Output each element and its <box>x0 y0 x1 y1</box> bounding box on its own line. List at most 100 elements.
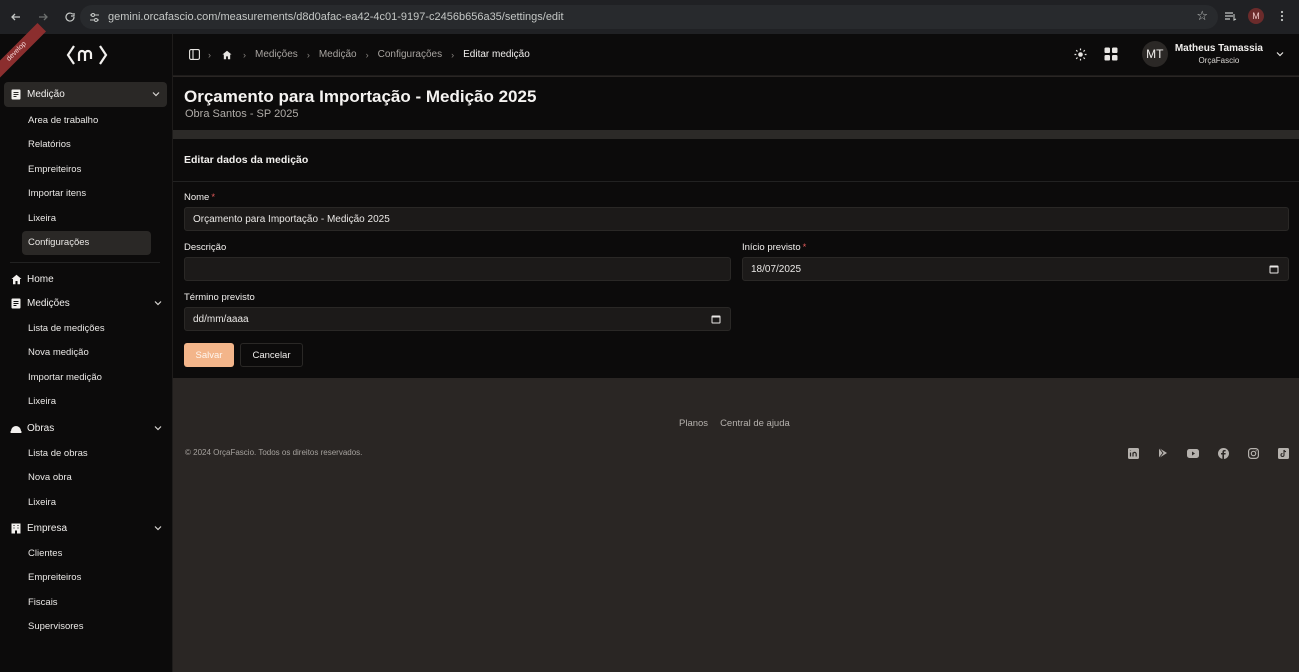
home-icon[interactable] <box>220 48 234 62</box>
descricao-input[interactable] <box>184 257 731 281</box>
bookmark-star-icon[interactable]: ☆ <box>1196 8 1208 24</box>
apps-grid-icon[interactable] <box>1104 47 1118 61</box>
menu-group-empresa: Empresa Clientes Empreiteiros Fiscais Su… <box>0 516 173 639</box>
sidebar-item-configuracoes[interactable]: Configurações <box>22 230 151 255</box>
nome-input[interactable]: Orçamento para Importação - Medição 2025 <box>184 207 1289 231</box>
cancel-button[interactable]: Cancelar <box>240 343 303 367</box>
termino-date-placeholder: dd/mm/aaaa <box>193 313 249 325</box>
clipboard-icon <box>10 89 22 101</box>
top-bar: › › Medições › Medição › Configurações ›… <box>173 34 1299 76</box>
sidebar-item-label: Home <box>27 274 54 285</box>
sidebar-item-supervisores[interactable]: Supervisores <box>0 615 173 640</box>
sidebar-item-relatorios[interactable]: Relatórios <box>0 133 173 158</box>
breadcrumb-medicoes[interactable]: Medições <box>255 49 298 60</box>
sidebar-item-label: Medições <box>27 298 70 309</box>
inicio-date-value: 18/07/2025 <box>751 263 802 275</box>
inicio-date-input[interactable]: 18/07/2025 <box>742 257 1289 281</box>
sidebar-item-empreiteiros[interactable]: Empreiteiros <box>0 157 173 182</box>
breadcrumb-separator-icon: › <box>243 49 246 60</box>
breadcrumb-separator-icon: › <box>451 49 455 60</box>
app-logo[interactable] <box>66 42 108 68</box>
chevron-down-icon[interactable] <box>1275 49 1285 59</box>
chevron-down-icon[interactable] <box>153 298 163 308</box>
calendar-icon[interactable] <box>1269 264 1279 274</box>
address-bar[interactable]: gemini.orcafascio.com/measurements/d8d0a… <box>80 5 1218 29</box>
breadcrumb-separator-icon: › <box>365 49 369 60</box>
back-icon[interactable] <box>4 5 28 29</box>
more-menu-icon[interactable] <box>1271 5 1293 27</box>
tiktok-icon[interactable] <box>1276 446 1290 460</box>
social-links <box>1126 446 1290 460</box>
sidebar-divider <box>10 262 160 263</box>
sidebar-item-importar-medicao[interactable]: Importar medição <box>0 365 173 390</box>
sidebar-item-lista-medicoes[interactable]: Lista de medições <box>0 316 173 341</box>
termino-label: Término previsto <box>184 292 255 303</box>
menu-group-medicoes: Medições Lista de medições Nova medição … <box>0 291 173 414</box>
sidebar-item-lixeira-medicoes[interactable]: Lixeira <box>0 390 173 415</box>
form-divider <box>173 181 1299 182</box>
instagram-icon[interactable] <box>1246 446 1260 460</box>
youtube-icon[interactable] <box>1186 446 1200 460</box>
sidebar-item-nova-obra[interactable]: Nova obra <box>0 466 173 491</box>
sidebar-item-fiscais[interactable]: Fiscais <box>0 590 173 615</box>
sidebar-item-label: Empresa <box>27 523 68 534</box>
chevron-down-icon[interactable] <box>151 89 161 99</box>
sidebar-item-importar-itens[interactable]: Importar itens <box>0 182 173 207</box>
sidebar-item-nova-medicao[interactable]: Nova medição <box>0 341 173 366</box>
profile-initial: M <box>1248 8 1264 24</box>
calendar-icon[interactable] <box>711 314 721 324</box>
facebook-icon[interactable] <box>1216 446 1230 460</box>
sidebar-item-obras[interactable]: Obras <box>0 416 173 441</box>
descricao-label: Descrição <box>184 242 227 253</box>
breadcrumb-separator-icon: › <box>306 49 310 60</box>
footer-links: Planos Central de ajuda <box>679 418 790 429</box>
edit-form-card: Editar dados da medição Nome * Orçamento … <box>173 139 1299 378</box>
avatar[interactable]: MT <box>1141 41 1168 67</box>
play-icon[interactable] <box>1156 446 1170 460</box>
chevron-down-icon[interactable] <box>153 423 163 433</box>
sidebar-item-lista-obras[interactable]: Lista de obras <box>0 441 173 466</box>
menu-group-obras: Obras Lista de obras Nova obra Lixeira <box>0 416 173 515</box>
sidebar-item-empresa[interactable]: Empresa <box>0 516 173 541</box>
breadcrumb: › › Medições › Medição › Configurações ›… <box>187 48 530 62</box>
sidebar-item-area-trabalho[interactable]: Area de trabalho <box>0 108 173 133</box>
page-subtitle: Obra Santos - SP 2025 <box>185 108 299 120</box>
termino-date-input[interactable]: dd/mm/aaaa <box>184 307 731 331</box>
reading-list-icon[interactable] <box>1219 5 1241 27</box>
reload-icon[interactable] <box>58 5 82 29</box>
sidebar-item-lixeira[interactable]: Lixeira <box>0 206 173 231</box>
user-name: Matheus Tamassia <box>1174 43 1263 54</box>
page-header: Orçamento para Importação - Medição 2025… <box>173 77 1299 130</box>
sidebar-item-home[interactable]: Home <box>0 267 173 292</box>
helmet-icon <box>10 423 22 435</box>
sidebar: develop Medição Area de trabalho Relatór… <box>0 23 173 672</box>
url-text[interactable]: gemini.orcafascio.com/measurements/d8d0a… <box>108 11 564 23</box>
sidebar-item-clientes[interactable]: Clientes <box>0 541 173 566</box>
browser-toolbar: gemini.orcafascio.com/measurements/d8d0a… <box>0 0 1299 34</box>
sidebar-item-empreiteiros-empresa[interactable]: Empreiteiros <box>0 566 173 591</box>
breadcrumb-current: Editar medição <box>463 49 530 60</box>
user-org: OrçaFascio <box>1198 56 1240 65</box>
sidebar-item-medicoes[interactable]: Medições <box>0 291 173 316</box>
breadcrumb-configuracoes[interactable]: Configurações <box>378 49 442 60</box>
sidebar-item-medicao[interactable]: Medição <box>4 82 167 107</box>
section-divider <box>173 130 1299 139</box>
site-info-icon[interactable] <box>86 9 102 25</box>
breadcrumb-medicao[interactable]: Medição <box>319 49 357 60</box>
footer-link-ajuda[interactable]: Central de ajuda <box>720 418 790 429</box>
nome-label: Nome * <box>184 192 215 203</box>
profile-avatar[interactable]: M <box>1245 5 1267 27</box>
sidebar-item-lixeira-obras[interactable]: Lixeira <box>0 490 173 515</box>
required-marker: * <box>802 242 807 253</box>
chevron-down-icon[interactable] <box>153 523 163 533</box>
footer-link-planos[interactable]: Planos <box>679 418 708 429</box>
save-button[interactable]: Salvar <box>184 343 234 367</box>
building-icon <box>10 523 22 535</box>
clipboard-icon <box>10 298 22 310</box>
linkedin-icon[interactable] <box>1126 446 1140 460</box>
theme-toggle-icon[interactable] <box>1074 47 1088 61</box>
submenu-medicao: Area de trabalho Relatórios Empreiteiros… <box>0 108 173 255</box>
sidebar-item-label: Obras <box>27 423 55 434</box>
sidebar-toggle-icon[interactable] <box>187 48 201 62</box>
user-menu[interactable]: Matheus Tamassia OrçaFascio <box>1175 43 1263 65</box>
